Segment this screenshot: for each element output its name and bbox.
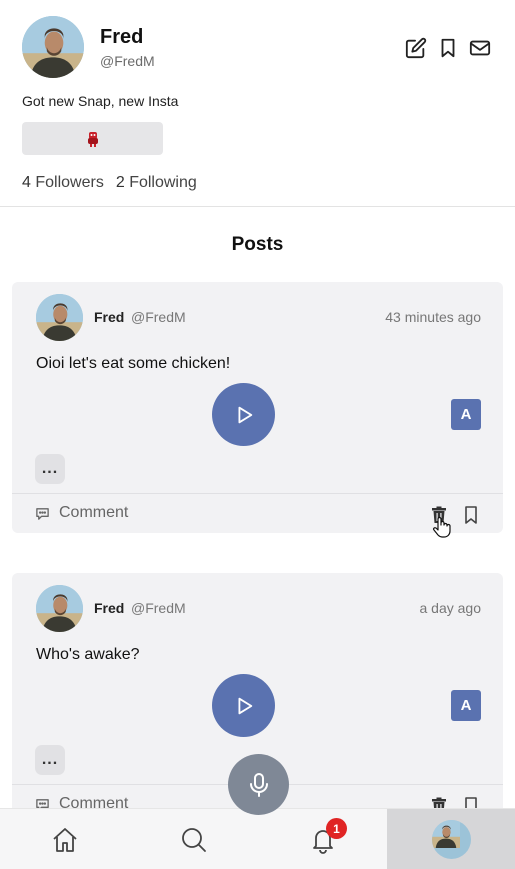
notification-badge: 1 <box>326 818 347 839</box>
post-time: 43 minutes ago <box>385 309 481 325</box>
profile-handle: @FredM <box>100 53 155 69</box>
followers-link[interactable]: 4 Followers <box>22 174 104 192</box>
header-actions <box>405 36 491 60</box>
post-divider <box>12 493 503 494</box>
post-text: Oioi let's eat some chicken! <box>36 355 231 372</box>
comment-icon <box>36 507 49 520</box>
nav-notifications[interactable] <box>258 809 387 869</box>
nav-profile[interactable] <box>387 809 515 869</box>
profile-name: Fred <box>100 26 144 48</box>
bottom-nav: 1 <box>0 808 515 869</box>
play-icon <box>238 406 252 423</box>
mail-icon[interactable] <box>469 36 491 60</box>
profile-bio: Got new Snap, new Insta <box>22 93 179 109</box>
play-icon <box>238 697 252 714</box>
nav-home[interactable] <box>0 809 129 869</box>
post-avatar[interactable] <box>36 294 83 341</box>
home-icon <box>52 827 77 852</box>
language-badge[interactable]: A <box>451 399 481 430</box>
hand-cursor-icon <box>433 516 451 538</box>
comment-button[interactable]: Comment <box>35 504 128 522</box>
badge-figure-icon <box>87 131 98 147</box>
followers-label: Followers <box>35 174 104 191</box>
following-label: Following <box>129 174 197 191</box>
edit-icon[interactable] <box>405 36 427 60</box>
post-handle: @FredM <box>131 600 186 616</box>
bookmark-icon[interactable] <box>463 506 479 524</box>
post-avatar[interactable] <box>36 585 83 632</box>
followers-count: 4 <box>22 174 31 191</box>
play-button[interactable] <box>212 383 275 446</box>
post-text: Who's awake? <box>36 646 140 663</box>
following-count: 2 <box>115 174 125 191</box>
post-author[interactable]: Fred <box>94 600 124 616</box>
language-badge[interactable]: A <box>451 690 481 721</box>
search-icon <box>181 827 206 852</box>
profile-header: Fred @FredM Got new Snap, new Insta 4 Fo… <box>0 0 515 207</box>
profile-stats: 4 Followers 2 Following <box>22 174 197 192</box>
posts-heading: Posts <box>231 234 284 255</box>
profile-avatar <box>22 16 84 78</box>
comment-label: Comment <box>59 504 129 521</box>
post-time: a day ago <box>419 600 482 616</box>
nav-search[interactable] <box>129 809 258 869</box>
microphone-icon <box>249 772 268 797</box>
post-author[interactable]: Fred <box>94 309 124 325</box>
post-card: Fred @FredM 43 minutes ago Oioi let's ea… <box>12 282 503 533</box>
more-button[interactable]: ... <box>35 745 65 775</box>
play-button[interactable] <box>212 674 275 737</box>
record-voice-button[interactable] <box>228 754 289 815</box>
more-button[interactable]: ... <box>35 454 65 484</box>
bookmark-icon[interactable] <box>437 36 459 60</box>
profile-badge <box>22 122 163 155</box>
post-handle: @FredM <box>131 309 186 325</box>
nav-profile-avatar <box>431 820 471 859</box>
following-link[interactable]: 2 Following <box>116 174 197 192</box>
